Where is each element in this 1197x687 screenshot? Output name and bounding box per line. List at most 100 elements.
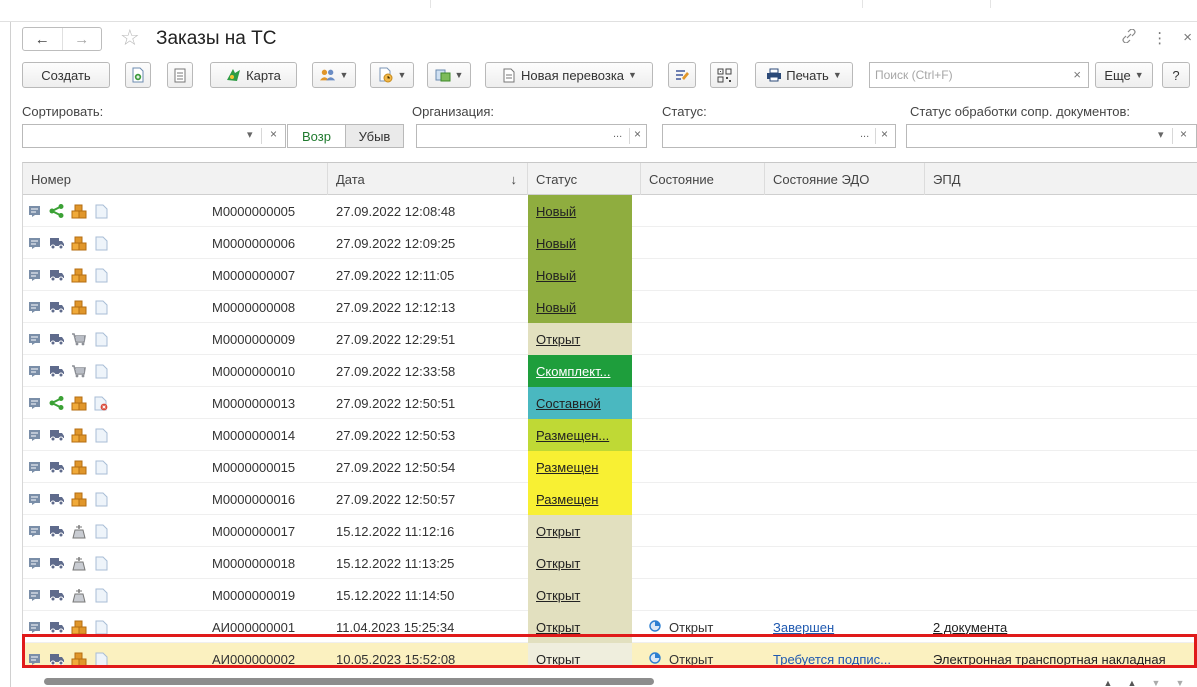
help-button[interactable]: ? [1162, 62, 1190, 88]
order-status[interactable]: Новый [528, 227, 632, 259]
order-status[interactable]: Новый [528, 195, 632, 227]
order-status-text[interactable]: Скомплект... [536, 364, 610, 379]
table-row[interactable]: M0000000018 15.12.2022 11:13:25 Открыт [23, 547, 1197, 579]
order-status-text[interactable]: Составной [536, 396, 601, 411]
map-button[interactable]: Карта [210, 62, 297, 88]
column-edo-state[interactable]: Состояние ЭДО [765, 163, 925, 195]
epd-documents-text[interactable]: 2 документа [933, 620, 1007, 635]
order-status[interactable]: Новый [528, 259, 632, 291]
column-number[interactable]: Номер [23, 163, 328, 195]
back-button[interactable]: ← [23, 28, 62, 50]
dropdown-icon[interactable]: ▾ [247, 128, 253, 141]
clear-search-icon[interactable]: × [1073, 67, 1081, 82]
table-row[interactable]: M0000000015 27.09.2022 12:50:54 Размещен [23, 451, 1197, 483]
column-status[interactable]: Статус [528, 163, 641, 195]
table-row[interactable]: M0000000009 27.09.2022 12:29:51 Открыт [23, 323, 1197, 355]
order-status-text[interactable]: Новый [536, 236, 576, 251]
table-row[interactable]: M0000000008 27.09.2022 12:12:13 Новый [23, 291, 1197, 323]
clear-icon[interactable]: × [634, 127, 641, 141]
more-button[interactable]: Еще ▼ [1095, 62, 1153, 88]
create-button[interactable]: Создать [22, 62, 110, 88]
column-state[interactable]: Состояние [641, 163, 765, 195]
table-row[interactable]: M0000000007 27.09.2022 12:11:05 Новый [23, 259, 1197, 291]
order-status-text[interactable]: Открыт [536, 588, 580, 603]
qr-code-button[interactable] [710, 62, 738, 88]
link-icon[interactable] [1122, 28, 1136, 47]
sort-desc-button[interactable]: Убыв [345, 124, 404, 148]
order-status[interactable]: Размещен... [528, 419, 632, 451]
order-status[interactable]: Составной [528, 387, 632, 419]
table-row[interactable]: M0000000006 27.09.2022 12:09:25 Новый [23, 227, 1197, 259]
status-field[interactable]: ... × [662, 124, 896, 148]
clear-icon[interactable]: × [1180, 127, 1187, 141]
epd-documents[interactable]: Электронная транспортная накладная [925, 643, 1197, 668]
order-status-text[interactable]: Открыт [536, 652, 580, 667]
order-status[interactable]: Открыт [528, 515, 632, 547]
edo-state-text[interactable]: Требуется подпис... [773, 652, 891, 667]
search-input[interactable]: Поиск (Ctrl+F) × [869, 62, 1089, 88]
forward-button[interactable]: → [61, 28, 102, 50]
order-status[interactable]: Открыт [528, 579, 632, 611]
column-epd[interactable]: ЭПД [925, 163, 1197, 195]
order-status[interactable]: Новый [528, 291, 632, 323]
order-status-text[interactable]: Открыт [536, 524, 580, 539]
assign-dropdown-button[interactable]: ▼ [312, 62, 356, 88]
table-row[interactable]: M0000000014 27.09.2022 12:50:53 Размещен..… [23, 419, 1197, 451]
organization-field[interactable]: ... × [416, 124, 647, 148]
order-status[interactable]: Открыт [528, 547, 632, 579]
table-row[interactable]: M0000000019 15.12.2022 11:14:50 Открыт [23, 579, 1197, 611]
order-status[interactable]: Открыт [528, 611, 632, 643]
edo-state[interactable]: Требуется подпис... [765, 643, 925, 668]
new-transport-button[interactable]: Новая перевозка ▼ [485, 62, 653, 88]
sort-asc-button[interactable]: Возр [287, 124, 345, 148]
order-status-text[interactable]: Новый [536, 268, 576, 283]
order-status-text[interactable]: Открыт [536, 332, 580, 347]
clear-icon[interactable]: × [881, 127, 888, 141]
select-button[interactable]: ... [860, 128, 869, 140]
go-last-icon[interactable]: ▼ [1171, 678, 1189, 687]
order-status-text[interactable]: Размещен [536, 460, 598, 475]
sort-field[interactable]: ▾ × [22, 124, 286, 148]
edo-state[interactable]: Завершен [765, 611, 925, 643]
dropdown-icon[interactable]: ▾ [1158, 128, 1164, 141]
table-row[interactable]: M0000000013 27.09.2022 12:50:51 Составной [23, 387, 1197, 419]
order-status[interactable]: Открыт [528, 323, 632, 355]
table-row[interactable]: M0000000010 27.09.2022 12:33:58 Скомплект.… [23, 355, 1197, 387]
order-status-text[interactable]: Новый [536, 204, 576, 219]
table-row[interactable]: АИ000000002 10.05.2023 15:52:08 Открыт Откр… [23, 643, 1197, 668]
order-status[interactable]: Размещен [528, 483, 632, 515]
order-status-text[interactable]: Размещен... [536, 428, 609, 443]
schedule-dropdown-button[interactable]: ▼ [370, 62, 414, 88]
go-down-icon[interactable]: ▼ [1147, 678, 1165, 687]
edo-state-text[interactable]: Завершен [773, 620, 834, 635]
go-first-icon[interactable]: ▲ [1099, 678, 1117, 687]
more-icon[interactable]: ⋮ [1152, 29, 1167, 47]
close-icon[interactable]: × [1183, 29, 1192, 47]
table-row[interactable]: M0000000005 27.09.2022 12:08:48 Новый [23, 195, 1197, 227]
related-docs-dropdown-button[interactable]: ▼ [427, 62, 471, 88]
list-button[interactable] [167, 62, 193, 88]
print-dropdown-button[interactable]: Печать ▼ [755, 62, 853, 88]
table-row[interactable]: M0000000017 15.12.2022 11:12:16 Открыт [23, 515, 1197, 547]
epd-documents[interactable]: 2 документа [925, 611, 1197, 643]
go-up-icon[interactable]: ▲ [1123, 678, 1141, 687]
select-button[interactable]: ... [613, 128, 622, 140]
order-status-text[interactable]: Новый [536, 300, 576, 315]
clear-icon[interactable]: × [270, 127, 277, 141]
doc-status-field[interactable]: ▾ × [906, 124, 1197, 148]
column-date[interactable]: Дата ↓ [328, 163, 528, 195]
order-status-text[interactable]: Размещен [536, 492, 598, 507]
fill-button[interactable] [668, 62, 696, 88]
order-status[interactable]: Скомплект... [528, 355, 632, 387]
scrollbar-thumb[interactable] [44, 678, 654, 685]
order-status[interactable]: Размещен [528, 451, 632, 483]
table-row[interactable]: АИ000000001 11.04.2023 15:25:34 Открыт Откр… [23, 611, 1197, 643]
epd-documents-text[interactable]: Электронная транспортная накладная [933, 652, 1166, 667]
favorite-star-icon[interactable]: ☆ [120, 27, 140, 49]
order-status-text[interactable]: Открыт [536, 556, 580, 571]
horizontal-scrollbar[interactable]: ▲ ▲ ▼ ▼ [22, 676, 1197, 687]
order-status-text[interactable]: Открыт [536, 620, 580, 635]
table-row[interactable]: M0000000016 27.09.2022 12:50:57 Размещен [23, 483, 1197, 515]
create-copy-button[interactable] [125, 62, 151, 88]
order-status[interactable]: Открыт [528, 643, 632, 668]
